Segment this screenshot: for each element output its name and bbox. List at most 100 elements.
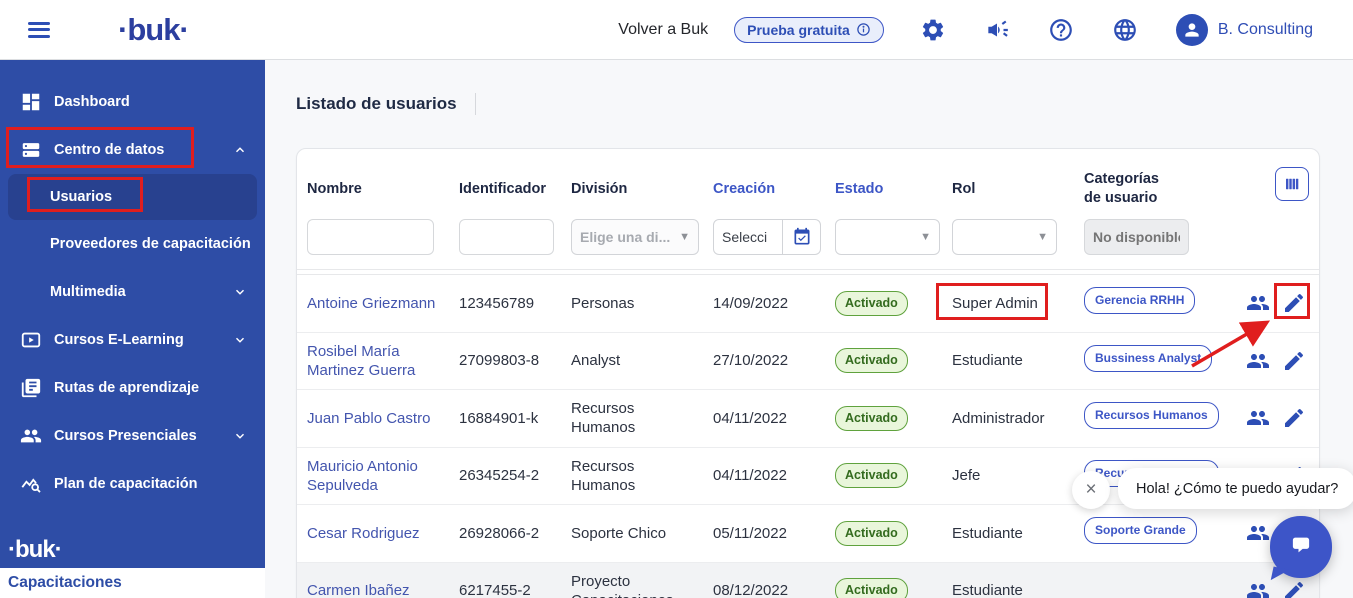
status-badge: Activado — [835, 578, 908, 598]
sidebar-item-usuarios[interactable]: Usuarios — [8, 174, 257, 220]
sidebar-item-label: Centro de datos — [54, 142, 164, 158]
topbar: ·buk· Volver a Buk Prueba gratuita B. Co… — [0, 0, 1353, 60]
manage-users-icon[interactable] — [1246, 349, 1270, 373]
sidebar-item-rutas[interactable]: Rutas de aprendizaje — [0, 364, 265, 412]
people-icon — [20, 425, 42, 447]
edit-pencil-icon[interactable] — [1282, 291, 1306, 315]
page-title: Listado de usuarios — [296, 94, 457, 114]
user-created-date: 27/10/2022 — [713, 351, 823, 370]
user-role: Estudiante — [952, 524, 1072, 543]
user-created-date: 05/11/2022 — [713, 524, 823, 543]
sidebar-item-label: Cursos E-Learning — [54, 332, 184, 348]
user-name-link[interactable]: Mauricio Antonio Sepulveda — [307, 457, 447, 495]
user-division: Recursos Humanos — [571, 457, 701, 495]
user-created-date: 14/09/2022 — [713, 294, 823, 313]
sidebar-item-label: Proveedores de capacitación — [50, 236, 251, 252]
user-name-link[interactable]: Rosibel María Martinez Guerra — [307, 342, 447, 380]
filter-identificador-input[interactable] — [459, 219, 554, 255]
info-icon — [856, 22, 871, 37]
category-pill: Soporte Grande — [1084, 517, 1197, 544]
user-identifier: 26928066-2 — [459, 524, 559, 543]
chevron-down-icon — [233, 333, 247, 347]
app-root: ·buk· Volver a Buk Prueba gratuita B. Co… — [0, 0, 1353, 598]
learning-paths-icon — [20, 377, 42, 399]
user-identifier: 16884901-k — [459, 409, 559, 428]
calendar-icon[interactable] — [782, 220, 820, 254]
filter-nombre-input[interactable] — [307, 219, 434, 255]
column-header-rol: Rol — [952, 180, 1072, 199]
table-body: Antoine Griezmann 123456789 Personas 14/… — [297, 274, 1319, 598]
hamburger-menu-icon[interactable] — [28, 18, 52, 41]
table-header-row: Nombre Identificador División Creación E… — [297, 163, 1319, 215]
user-avatar[interactable] — [1176, 14, 1208, 46]
sidebar-item-multimedia[interactable]: Multimedia — [0, 268, 265, 316]
sidebar-item-plan[interactable]: Plan de capacitación — [0, 460, 265, 508]
user-division: Proyecto Capacitaciones — [571, 572, 701, 598]
column-header-nombre: Nombre — [307, 180, 447, 199]
manage-users-icon[interactable] — [1246, 291, 1270, 315]
language-globe-icon[interactable] — [1112, 17, 1138, 43]
column-header-estado[interactable]: Estado — [835, 180, 940, 199]
buk-logo[interactable]: ·buk· — [118, 12, 189, 48]
sidebar-item-label: Multimedia — [50, 284, 126, 300]
filter-creacion-date[interactable]: Selecci — [713, 219, 821, 255]
edit-pencil-icon[interactable] — [1282, 349, 1306, 373]
table-row: Carmen Ibañez 6217455-2 Proyecto Capacit… — [297, 563, 1319, 598]
users-table-card: Nombre Identificador División Creación E… — [296, 148, 1320, 598]
status-badge: Activado — [835, 348, 908, 373]
user-created-date: 04/11/2022 — [713, 466, 823, 485]
column-header-division: División — [571, 180, 701, 199]
columns-icon — [1283, 175, 1301, 193]
user-identifier: 26345254-2 — [459, 466, 559, 485]
column-header-creacion[interactable]: Creación — [713, 180, 823, 199]
table-row: Cesar Rodriguez 26928066-2 Soporte Chico… — [297, 505, 1319, 563]
sidebar: Dashboard Centro de datos Usuarios Prove… — [0, 60, 265, 568]
category-pill: Gerencia RRHH — [1084, 287, 1195, 314]
table-filter-row: Elige una di...▼ Selecci ▼ ▼ — [297, 215, 1319, 270]
user-division: Personas — [571, 294, 701, 313]
chat-bubble-icon — [1286, 532, 1316, 562]
settings-gear-icon[interactable] — [920, 17, 946, 43]
dashboard-icon — [20, 91, 42, 113]
edit-pencil-icon[interactable] — [1282, 406, 1306, 430]
status-badge: Activado — [835, 521, 908, 546]
user-name-link[interactable]: Juan Pablo Castro — [307, 409, 447, 428]
user-role: Jefe — [952, 466, 1072, 485]
back-to-buk-link[interactable]: Volver a Buk — [618, 21, 708, 39]
user-created-date: 08/12/2022 — [713, 581, 823, 598]
user-name-link[interactable]: Antoine Griezmann — [307, 294, 447, 313]
category-pill: Recursos Humanos — [1084, 402, 1219, 429]
chat-greeting-tooltip[interactable]: Hola! ¿Cómo te puedo ayudar? — [1118, 468, 1353, 509]
sidebar-item-dashboard[interactable]: Dashboard — [0, 78, 265, 126]
user-role: Estudiante — [952, 581, 1072, 598]
column-settings-button[interactable] — [1275, 167, 1309, 201]
manage-users-icon[interactable] — [1246, 579, 1270, 598]
filter-rol-select[interactable]: ▼ — [952, 219, 1057, 255]
announcements-megaphone-icon[interactable] — [984, 17, 1010, 43]
dropdown-arrow-icon: ▼ — [679, 231, 690, 243]
chat-launcher-button[interactable] — [1270, 516, 1332, 578]
chevron-down-icon — [233, 429, 247, 443]
manage-users-icon[interactable] — [1246, 521, 1270, 545]
sidebar-item-centro-de-datos[interactable]: Centro de datos — [0, 126, 265, 174]
dropdown-arrow-icon: ▼ — [1037, 231, 1048, 243]
sidebar-item-cursos-presenciales[interactable]: Cursos Presenciales — [0, 412, 265, 460]
account-name[interactable]: B. Consulting — [1218, 21, 1313, 39]
table-row: Juan Pablo Castro 16884901-k Recursos Hu… — [297, 390, 1319, 448]
manage-users-icon[interactable] — [1246, 406, 1270, 430]
sidebar-item-cursos-elearning[interactable]: Cursos E-Learning — [0, 316, 265, 364]
sidebar-item-proveedores[interactable]: Proveedores de capacitación — [0, 220, 265, 268]
help-icon[interactable] — [1048, 17, 1074, 43]
user-identifier: 6217455-2 — [459, 581, 559, 598]
user-name-link[interactable]: Cesar Rodriguez — [307, 524, 447, 543]
trial-badge[interactable]: Prueba gratuita — [734, 17, 884, 43]
user-name-link[interactable]: Carmen Ibañez — [307, 581, 447, 598]
chevron-up-icon — [233, 143, 247, 157]
user-role: Administrador — [952, 409, 1072, 428]
chat-close-button[interactable]: × — [1072, 471, 1110, 509]
filter-estado-select[interactable]: ▼ — [835, 219, 940, 255]
user-division: Soporte Chico — [571, 524, 701, 543]
filter-division-select[interactable]: Elige una di...▼ — [571, 219, 699, 255]
title-divider — [475, 93, 476, 115]
buk-logo-sidebar: ·buk· — [8, 536, 62, 564]
